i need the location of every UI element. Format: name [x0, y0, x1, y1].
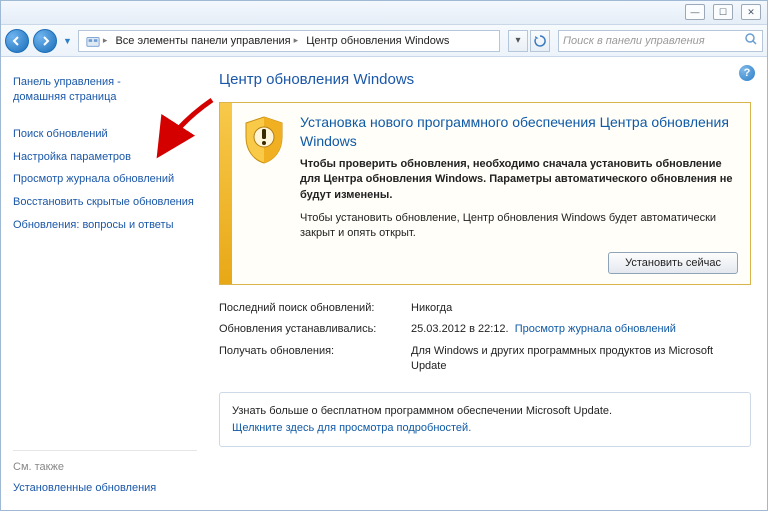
page-title: Центр обновления Windows: [219, 71, 751, 88]
search-placeholder: Поиск в панели управления: [563, 35, 705, 47]
breadcrumb-dropdown[interactable]: ▾: [508, 30, 528, 52]
info-label: Последний поиск обновлений:: [219, 301, 411, 316]
ms-update-text: Узнать больше о бесплатном программном о…: [232, 403, 738, 420]
breadcrumb[interactable]: ▸ Все элементы панели управления▸ Центр …: [78, 30, 500, 52]
sidebar-link-search-updates[interactable]: Поиск обновлений: [13, 127, 197, 142]
ms-update-details-link[interactable]: Щелкните здесь для просмотра подробносте…: [232, 420, 738, 437]
breadcrumb-segment[interactable]: Центр обновления Windows: [306, 35, 449, 47]
install-now-button[interactable]: Установить сейчас: [608, 252, 738, 274]
alert-box: Установка нового программного обеспечени…: [219, 102, 751, 285]
help-icon[interactable]: ?: [739, 65, 755, 81]
minimize-button[interactable]: —: [685, 4, 705, 20]
sidebar-home-link[interactable]: Панель управления - домашняя страница: [13, 75, 197, 105]
alert-plain-text: Чтобы установить обновление, Центр обнов…: [300, 211, 738, 242]
sidebar-link-faq[interactable]: Обновления: вопросы и ответы: [13, 218, 197, 233]
see-also-label: См. также: [13, 461, 197, 473]
arrow-left-icon: [12, 36, 22, 46]
window-frame: — ☐ ✕ ▼ ▸ Все элементы панели управления…: [0, 0, 768, 511]
titlebar: — ☐ ✕: [1, 1, 767, 25]
main-content: ? Центр обновления Windows Установка нов…: [203, 57, 767, 510]
sidebar-link-restore-hidden[interactable]: Восстановить скрытые обновления: [13, 195, 197, 210]
info-rows: Последний поиск обновлений: Никогда Обно…: [219, 301, 751, 375]
close-button[interactable]: ✕: [741, 4, 761, 20]
view-history-link[interactable]: Просмотр журнала обновлений: [515, 323, 676, 335]
sidebar-link-history[interactable]: Просмотр журнала обновлений: [13, 172, 197, 187]
shield-icon: [242, 115, 286, 165]
breadcrumb-segment[interactable]: Все элементы панели управления: [115, 35, 290, 47]
info-value: Для Windows и других программных продукт…: [411, 344, 751, 375]
control-panel-icon: [86, 34, 100, 48]
info-value: Никогда: [411, 301, 751, 316]
search-input[interactable]: Поиск в панели управления: [558, 30, 763, 52]
sidebar-link-settings[interactable]: Настройка параметров: [13, 150, 197, 165]
maximize-button[interactable]: ☐: [713, 4, 733, 20]
sidebar: Панель управления - домашняя страница По…: [1, 57, 203, 510]
alert-stripe: [220, 103, 232, 284]
forward-button[interactable]: [33, 29, 57, 53]
info-label: Обновления устанавливались:: [219, 322, 411, 337]
alert-title: Установка нового программного обеспечени…: [300, 113, 738, 151]
window-controls: — ☐ ✕: [685, 4, 761, 20]
body-area: Панель управления - домашняя страница По…: [1, 57, 767, 510]
info-label: Получать обновления:: [219, 344, 411, 375]
search-icon: [744, 32, 758, 49]
ms-update-box: Узнать больше о бесплатном программном о…: [219, 392, 751, 447]
info-value: 25.03.2012 в 22:12. Просмотр журнала обн…: [411, 322, 751, 337]
sidebar-link-installed-updates[interactable]: Установленные обновления: [13, 481, 197, 496]
back-button[interactable]: [5, 29, 29, 53]
arrow-right-icon: [40, 36, 50, 46]
refresh-icon: [534, 35, 546, 47]
refresh-button[interactable]: [530, 30, 550, 52]
navbar: ▼ ▸ Все элементы панели управления▸ Цент…: [1, 25, 767, 57]
chevron-down-icon[interactable]: ▼: [63, 36, 72, 46]
alert-bold-text: Чтобы проверить обновления, необходимо с…: [300, 157, 738, 203]
